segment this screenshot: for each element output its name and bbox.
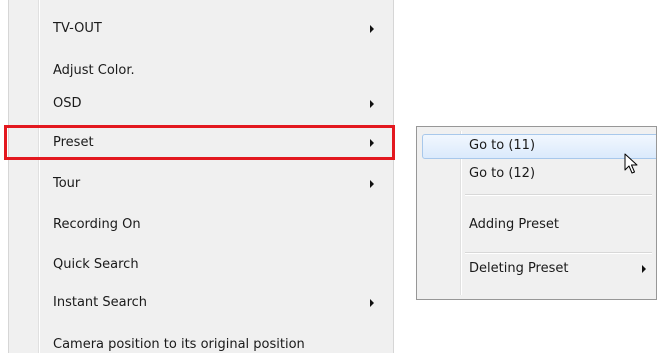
- submenu-arrow-icon: [370, 100, 374, 108]
- preset-submenu: Go to (11) Go to (12) Adding Preset Dele…: [416, 126, 657, 300]
- submenu-arrow-icon: [642, 265, 646, 273]
- submenu-arrow-icon: [370, 25, 374, 33]
- submenu-arrow-icon: [370, 180, 374, 188]
- context-menu: TV-OUT Adjust Color. OSD Preset Tour Rec…: [8, 0, 394, 353]
- submenu-separator: [465, 194, 652, 196]
- menu-item-preset[interactable]: Preset: [9, 128, 393, 158]
- hover-highlight: [422, 134, 656, 159]
- menu-item-label: Adjust Color.: [53, 63, 135, 78]
- menu-item-adjust-color[interactable]: Adjust Color.: [9, 56, 393, 86]
- menu-item-label: Quick Search: [53, 257, 139, 272]
- mouse-cursor-icon: [624, 153, 638, 174]
- menu-item-quick-search[interactable]: Quick Search: [9, 250, 393, 280]
- menu-item-label: Camera position to its original position: [53, 337, 305, 352]
- menu-item-instant-search[interactable]: Instant Search: [9, 288, 393, 318]
- submenu-item-adding-preset[interactable]: Adding Preset: [417, 210, 656, 240]
- submenu-item-label: Deleting Preset: [469, 261, 569, 276]
- menu-item-tv-out[interactable]: TV-OUT: [9, 14, 393, 44]
- menu-item-label: Tour: [53, 176, 81, 191]
- menu-item-label: Preset: [53, 135, 94, 150]
- submenu-item-label: Adding Preset: [469, 217, 559, 232]
- submenu-item-goto-12[interactable]: Go to (12): [417, 159, 656, 189]
- menu-item-label: OSD: [53, 96, 82, 111]
- menu-item-recording-on[interactable]: Recording On: [9, 210, 393, 240]
- submenu-item-label: Go to (11): [469, 138, 536, 153]
- submenu-arrow-icon: [370, 299, 374, 307]
- menu-item-label: Instant Search: [53, 295, 148, 310]
- menu-item-osd[interactable]: OSD: [9, 89, 393, 119]
- submenu-arrow-icon: [370, 139, 374, 147]
- menu-item-camera-original-position[interactable]: Camera position to its original position: [9, 330, 393, 353]
- menu-item-label: Recording On: [53, 217, 141, 232]
- menu-item-tour[interactable]: Tour: [9, 169, 393, 199]
- menu-item-label: TV-OUT: [53, 21, 102, 36]
- submenu-item-goto-11[interactable]: Go to (11): [417, 131, 656, 161]
- submenu-item-label: Go to (12): [469, 166, 536, 181]
- submenu-item-deleting-preset[interactable]: Deleting Preset: [417, 254, 656, 284]
